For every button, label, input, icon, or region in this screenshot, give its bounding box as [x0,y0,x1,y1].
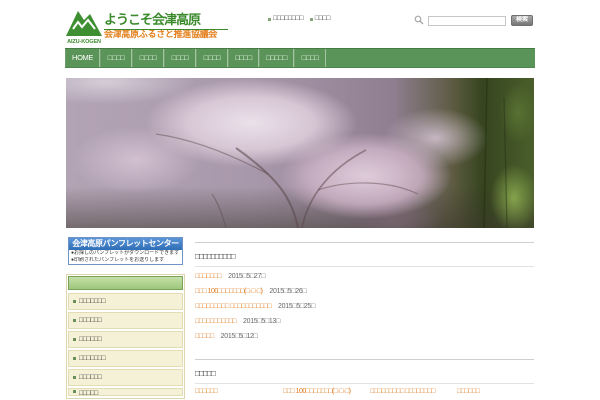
news-title-link[interactable]: □□□□□□□ [195,273,222,280]
square-bullet-icon [73,338,76,341]
square-bullet-icon [73,300,76,303]
logo-text: AIZU-KOGEN [67,39,101,45]
news-date: 2015□5□27□ [228,273,266,280]
side-menu-item[interactable]: □□□□□ [68,388,183,396]
feature-columns: □□□□□□ □□□ 100□□□□□□□(□·□·□) □□□□□□□□□ □… [195,387,534,399]
section-heading: □□□□□ [195,368,216,378]
site-title[interactable]: ようこそ会津高原 [104,11,228,28]
news-heading: □□□□□□□□□□ [195,251,236,261]
banner-line: ●お探しのパンフレットがダウンロードできます [71,250,180,256]
news-item: □□□□□□□□□ □□□□□□□□□□□ 2015□5□25□ [195,299,534,314]
news-date: 2015□5□26□ [269,288,307,295]
top-link-label: □□□□□□□□ [273,15,303,22]
search-icon [414,15,424,25]
news-title-link[interactable]: □□□□□ [195,333,214,340]
forest-tree-trunk [483,78,488,228]
nav-item-8[interactable]: □□□□ [294,49,326,67]
nav-item-4[interactable]: □□□□ [164,49,196,67]
feature-column-link[interactable]: □□□ 100□□□□□□□(□·□·□) [283,387,370,399]
side-menu-item-label: □□□□□□□ [79,298,106,305]
side-menu-item-label: □□□□□□ [79,317,102,324]
news-title-link[interactable]: □□□□□□□□□□□ [195,318,237,325]
top-links: □□□□□□□□ □□□□ [268,14,330,24]
section-divider [195,359,534,360]
news-date: 2015□5□25□ [278,303,315,310]
news-item: □□□ 100□□□□□□□(□·□·□) 2015□5□26□ [195,284,534,299]
feature-column-link[interactable]: □□□□□□ [457,387,534,399]
banner-line: ●印刷されたパンフレットをお送りします [71,256,165,263]
search-input[interactable] [428,16,506,26]
tree-branch [155,133,269,175]
news-item: □□□□□□□ 2015□5□27□ [195,269,534,284]
side-menu-item[interactable]: □□□□□□ [68,312,183,329]
feature-column-link[interactable]: □□□□□□□□□ □□□□□□□□ [370,387,457,399]
square-bullet-icon [73,357,76,360]
side-menu-item[interactable]: □□□□□□□ [68,293,183,310]
nav-item-2[interactable]: □□□□ [100,49,132,67]
site-logo[interactable]: AIZU-KOGEN [66,8,102,46]
square-bullet-icon [73,390,76,393]
section-divider [195,266,534,267]
nav-item-7[interactable]: □□□□□ [259,49,294,67]
side-menu: □□□□□□□ □□□□□□ □□□□□□ □□□□□□□ □□□□□□ □□□… [66,274,185,399]
square-bullet-icon [73,376,76,379]
top-link-1[interactable]: □□□□□□□□ [268,14,303,24]
banner-title: 会津高原パンフレットセンター [69,238,182,250]
forest-tree-trunk [503,97,508,228]
side-menu-item[interactable]: □□□□□□□ [68,350,183,367]
mountain-logo-icon [66,11,102,36]
top-link-2[interactable]: □□□□ [309,14,330,24]
feature-column-link[interactable]: □□□□□□ [195,387,283,399]
news-date: 2015□5□12□ [220,333,258,340]
side-menu-item-label: □□□□□ [79,390,98,396]
side-menu-item-label: □□□□□□□ [79,355,106,362]
side-menu-item-label: □□□□□□ [79,374,102,381]
nav-item-6[interactable]: □□□□ [228,49,259,67]
hero-photo [66,78,534,228]
top-link-label: □□□□ [314,15,330,22]
square-bullet-icon [268,17,271,21]
side-menu-item[interactable]: □□□□□□ [68,369,183,386]
page: AIZU-KOGEN ようこそ会津高原 会津高原ふるさと推進協議会 □□□□□□… [0,0,600,400]
side-menu-item-label: □□□□□□ [79,336,102,343]
side-menu-header [68,276,183,290]
nav-item-home[interactable]: HOME [65,49,100,67]
search-icon-lens [414,15,422,23]
nav-item-5[interactable]: □□□□ [196,49,228,67]
nav-item-3[interactable]: □□□□ [132,49,164,67]
global-nav: HOME □□□□ □□□□ □□□□ □□□□ □□□□ □□□□□ □□□□ [65,48,535,68]
news-item: □□□□□ 2015□5□12□ [195,329,534,344]
news-item: □□□□□□□□□□□ 2015□5□13□ [195,314,534,329]
tree-branch [301,149,367,228]
search-button[interactable]: 検索 [511,15,533,26]
section-divider [195,242,534,243]
tree-branch [211,193,227,228]
square-bullet-icon [309,17,313,21]
tree-branch [317,182,419,195]
square-bullet-icon [73,319,76,322]
search-icon-handle [419,20,424,25]
news-title-link[interactable]: □□□□□□□□□ □□□□□□□□□□□ [195,303,272,310]
site-subtitle: 会津高原ふるさと推進協議会 [104,30,218,39]
pamphlet-center-banner[interactable]: 会津高原パンフレットセンター ●お探しのパンフレットがダウンロードできます ●印… [68,237,183,265]
side-menu-item[interactable]: □□□□□□ [68,331,183,348]
hero-photo-branches [155,78,508,228]
news-title-link[interactable]: □□□ 100□□□□□□□(□·□·□) [195,288,263,295]
section-divider [195,383,534,384]
tree-branch [235,147,299,228]
news-date: 2015□5□13□ [243,318,280,325]
news-list: □□□□□□□ 2015□5□27□ □□□ 100□□□□□□□(□·□·□) 2… [195,269,534,344]
